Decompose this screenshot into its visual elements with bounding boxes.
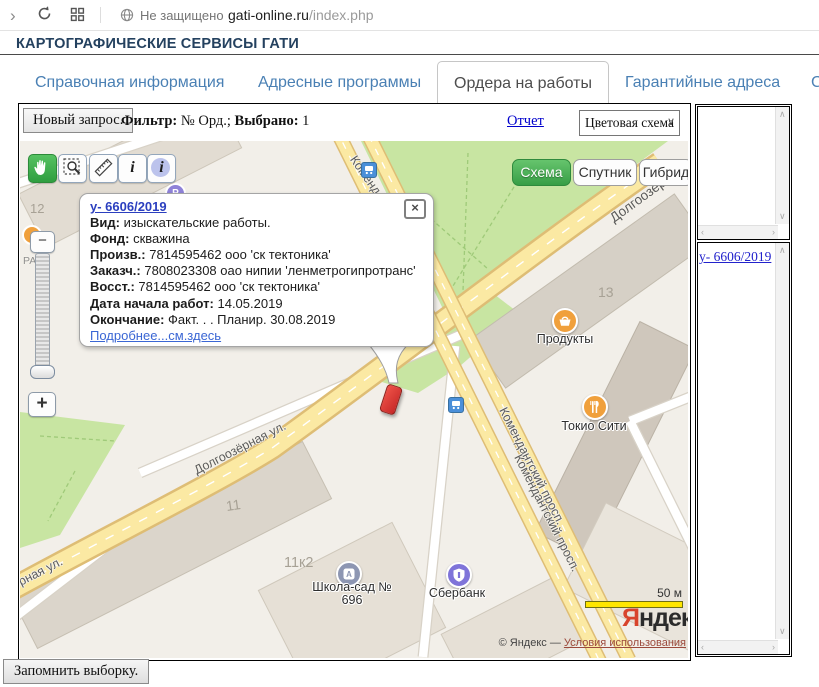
security-label: Не защищено bbox=[140, 8, 224, 23]
restaurant-poi-label[interactable]: Токио Сити bbox=[544, 420, 644, 433]
tab-work-orders-label: Ордера на работы bbox=[438, 75, 608, 93]
scroll-right-icon[interactable]: › bbox=[772, 643, 775, 652]
browser-bar: › Не защищено gati-online.ru/index.php bbox=[0, 0, 819, 31]
map-type-scheme-button[interactable]: Схема bbox=[512, 159, 571, 186]
sidebar-top-hscrollbar[interactable]: ‹ › bbox=[698, 225, 778, 239]
url-bar[interactable]: gati-online.ru/index.php bbox=[228, 7, 374, 23]
tab-warranty-addresses[interactable]: Гарантийные адреса bbox=[625, 74, 780, 92]
sidebar-order-link[interactable]: у- 6606/2019 bbox=[699, 249, 771, 265]
filter-label: Фильтр: bbox=[121, 113, 177, 129]
pan-tool-button[interactable] bbox=[28, 154, 57, 183]
building-number-11k2: 11к2 bbox=[284, 555, 313, 571]
url-path: /index.php bbox=[309, 7, 374, 23]
popup-more-link[interactable]: Подробнее...см.здесь bbox=[90, 328, 221, 343]
report-link[interactable]: Отчет bbox=[507, 113, 544, 130]
popup-row-start-date: Дата начала работ: 14.05.2019 bbox=[90, 296, 425, 312]
new-request-button[interactable]: Новый запрос. bbox=[23, 108, 133, 133]
globe-icon bbox=[120, 8, 134, 27]
orders-panel: Новый запрос. Фильтр: № Орд.; Выбрано: 1… bbox=[18, 103, 691, 661]
bank-poi-icon[interactable] bbox=[446, 562, 472, 588]
color-scheme-select[interactable]: Цветовая схема ∨ bbox=[579, 110, 680, 136]
filter-status: Фильтр: № Орд.; Выбрано: 1 bbox=[121, 113, 309, 130]
grocery-poi-icon[interactable] bbox=[552, 308, 578, 334]
tab-reference[interactable]: Справочная информация bbox=[35, 74, 224, 92]
forward-icon[interactable]: › bbox=[10, 6, 16, 26]
scroll-up-icon[interactable]: ∧ bbox=[779, 110, 786, 119]
scroll-down-icon[interactable]: ∨ bbox=[779, 627, 786, 636]
zoom-in-button[interactable]: + bbox=[28, 392, 56, 417]
zoom-slider-handle[interactable] bbox=[30, 365, 55, 379]
bus-stop-icon-top[interactable] bbox=[361, 162, 377, 178]
color-scheme-value: Цветовая схема bbox=[585, 115, 674, 131]
chevron-down-icon: ∨ bbox=[667, 115, 675, 128]
tab-clipped[interactable]: С bbox=[811, 74, 819, 92]
popup-row-vosst: Восст.: 7814595462 ооо 'ск тектоника' bbox=[90, 279, 425, 295]
sidebar-top-panel: ∧ ∨ ‹ › bbox=[697, 106, 790, 240]
info-tool-button[interactable]: i bbox=[118, 154, 147, 183]
building-number-12: 12 bbox=[30, 201, 44, 216]
zoom-out-button[interactable]: − bbox=[30, 231, 55, 253]
zoom-slider-track[interactable] bbox=[35, 253, 50, 368]
map-canvas[interactable]: Долгоозёрная Долгоозёрная ул. ерная ул. … bbox=[20, 141, 688, 658]
map-type-satellite-button[interactable]: Спутник bbox=[573, 159, 637, 186]
sidebar-results-hscrollbar[interactable]: ‹ › bbox=[698, 640, 778, 654]
popup-row-zakazch: Заказч.: 7808023308 оао нипии 'ленметрог… bbox=[90, 263, 425, 279]
bus-stop-icon-center[interactable] bbox=[448, 397, 464, 413]
selected-label: Выбрано: bbox=[235, 113, 299, 129]
tab-work-orders[interactable]: Ордера на работы bbox=[437, 61, 609, 104]
selected-value: 1 bbox=[302, 113, 309, 129]
selection-sidebar: ∧ ∨ ‹ › у- 6606/2019 ∧ ∨ ‹ › bbox=[695, 104, 792, 657]
map-copyright: © Яндекс — Условия использования bbox=[482, 637, 686, 649]
object-info-tool-button[interactable]: i bbox=[147, 154, 176, 183]
scroll-right-icon[interactable]: › bbox=[772, 228, 775, 237]
yandex-logo[interactable]: Яндекс bbox=[622, 604, 688, 633]
map-type-hybrid-button[interactable]: Гибрид bbox=[639, 159, 688, 186]
page-title: КАРТОГРАФИЧЕСКИЕ СЕРВИСЫ ГАТИ bbox=[16, 36, 299, 52]
sidebar-results-vscrollbar[interactable]: ∧ ∨ bbox=[775, 243, 789, 639]
terms-link[interactable]: Условия использования bbox=[564, 637, 686, 649]
ruler-tool-button[interactable] bbox=[89, 154, 118, 183]
zoom-select-tool-button[interactable] bbox=[58, 154, 87, 183]
sidebar-results-panel: у- 6606/2019 ∧ ∨ ‹ › bbox=[697, 242, 790, 655]
popup-row-end-date: Окончание: Факт. . . Планир. 30.08.2019 bbox=[90, 312, 425, 328]
building-number-13: 13 bbox=[598, 284, 614, 300]
sidebar-top-vscrollbar[interactable]: ∧ ∨ bbox=[775, 107, 789, 224]
header-rule bbox=[0, 54, 819, 55]
scroll-left-icon[interactable]: ‹ bbox=[701, 228, 704, 237]
popup-row-fond: Фонд: скважина bbox=[90, 231, 425, 247]
tiles-icon[interactable] bbox=[70, 7, 85, 27]
scroll-up-icon[interactable]: ∧ bbox=[779, 246, 786, 255]
popup-row-vid: Вид: изыскательские работы. bbox=[90, 215, 425, 231]
scroll-down-icon[interactable]: ∨ bbox=[779, 212, 786, 221]
popup-tail bbox=[365, 343, 420, 391]
page: › Не защищено gati-online.ru/index.php К… bbox=[0, 0, 819, 687]
scroll-left-icon[interactable]: ‹ bbox=[701, 643, 704, 652]
divider bbox=[100, 7, 101, 23]
popup-row-proizv: Произв.: 7814595462 ооо 'ск тектоника' bbox=[90, 247, 425, 263]
remember-selection-button[interactable]: Запомнить выборку. bbox=[3, 659, 149, 684]
order-popup: у- 6606/2019 Вид: изыскательские работы.… bbox=[79, 193, 434, 347]
svg-text:А: А bbox=[346, 570, 352, 579]
popup-close-icon[interactable]: × bbox=[404, 199, 426, 219]
filter-value: № Орд.; bbox=[181, 113, 231, 129]
scale-label: 50 м bbox=[620, 586, 682, 600]
orders-toolbar: Новый запрос. Фильтр: № Орд.; Выбрано: 1… bbox=[19, 104, 688, 141]
bank-poi-label[interactable]: Сбербанк bbox=[412, 587, 502, 600]
restaurant-poi-icon[interactable] bbox=[582, 394, 608, 420]
school-poi-label[interactable]: Школа-сад № 696 bbox=[307, 581, 397, 607]
building-number-11: 11 bbox=[225, 496, 242, 514]
reload-icon[interactable] bbox=[36, 5, 53, 27]
tab-address-programs[interactable]: Адресные программы bbox=[258, 74, 421, 92]
url-host: gati-online.ru bbox=[228, 7, 309, 23]
order-popup-title-link[interactable]: у- 6606/2019 bbox=[90, 199, 167, 214]
grocery-poi-label[interactable]: Продукты bbox=[520, 333, 610, 346]
